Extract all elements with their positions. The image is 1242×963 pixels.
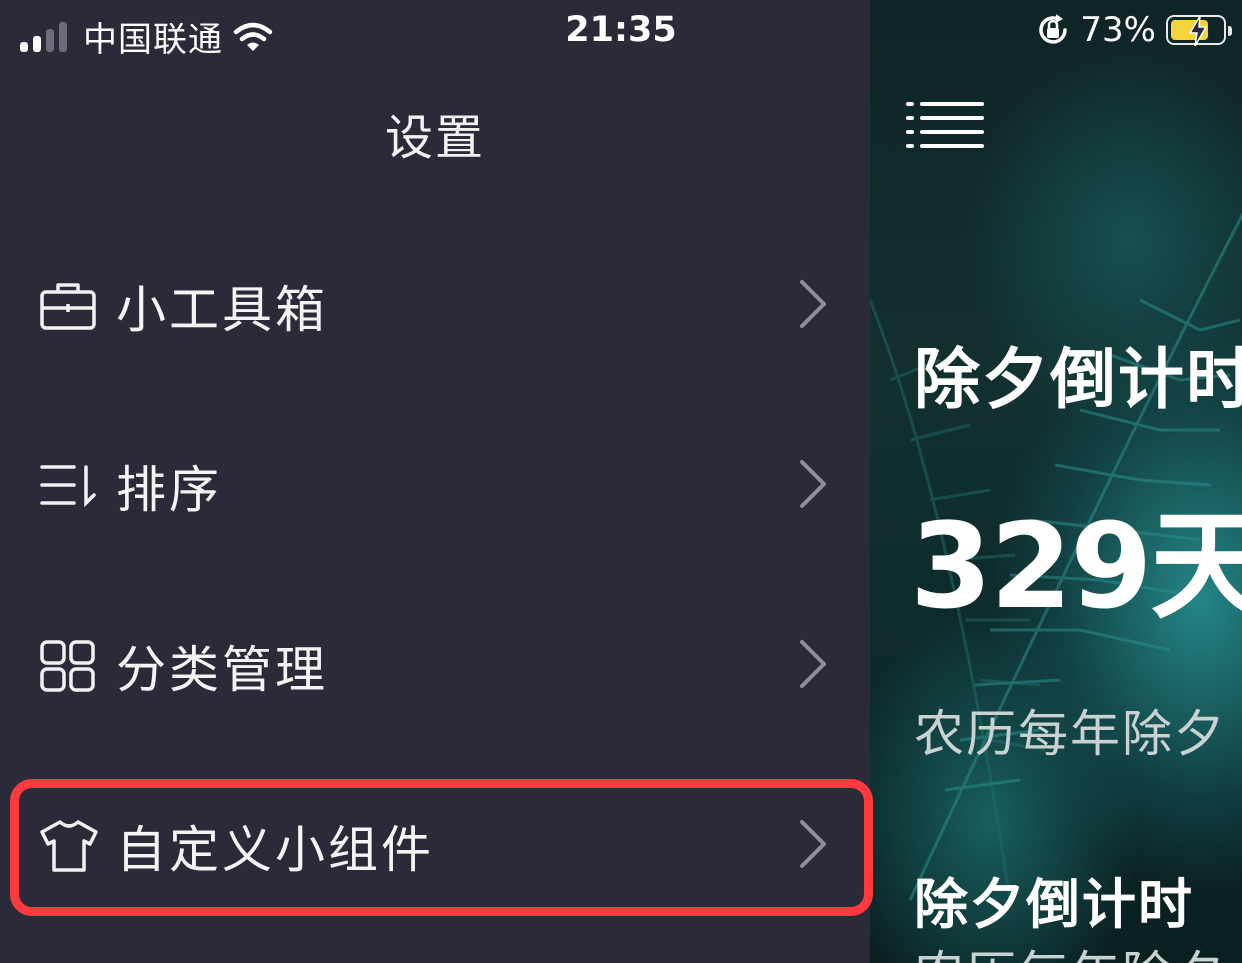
chevron-right-icon xyxy=(800,280,826,328)
event-subtitle-2: 农历每年除夕 xyxy=(914,935,1226,963)
battery-icon xyxy=(1166,15,1232,47)
menu-item-toolbox[interactable]: 小工具箱 xyxy=(38,246,838,366)
grid-icon xyxy=(38,636,108,696)
event-title-2: 除夕倒计时 xyxy=(914,873,1194,936)
sort-icon xyxy=(38,456,108,516)
menu-item-label: 分类管理 xyxy=(116,641,328,699)
charging-bolt-icon xyxy=(1188,15,1208,47)
orientation-lock-icon xyxy=(1039,14,1068,44)
event-countdown: 329天2 xyxy=(910,497,1242,635)
battery-percentage: 73% xyxy=(1080,10,1156,50)
menu-icon[interactable] xyxy=(906,100,986,150)
chevron-right-icon xyxy=(800,640,826,688)
toolbox-icon xyxy=(38,276,108,336)
menu-item-sort[interactable]: 排序 xyxy=(38,426,838,546)
chevron-right-icon xyxy=(800,460,826,508)
settings-drawer: 设置 小工具箱 排序 分类管理 自定义小组件 xyxy=(0,0,873,963)
main-content: 除夕倒计时 329天2 农历每年除夕 除夕倒计时 农历每年除夕 xyxy=(870,0,1242,963)
drawer-title: 设置 xyxy=(384,110,485,166)
menu-item-label: 排序 xyxy=(116,461,222,519)
menu-item-label: 小工具箱 xyxy=(116,281,328,339)
highlight-frame xyxy=(10,779,873,916)
event-title: 除夕倒计时 xyxy=(914,341,1242,418)
status-bar: 中国联通 21:35 73% xyxy=(0,0,1242,64)
event-subtitle: 农历每年除夕 xyxy=(914,705,1226,763)
menu-item-category-management[interactable]: 分类管理 xyxy=(38,606,838,726)
